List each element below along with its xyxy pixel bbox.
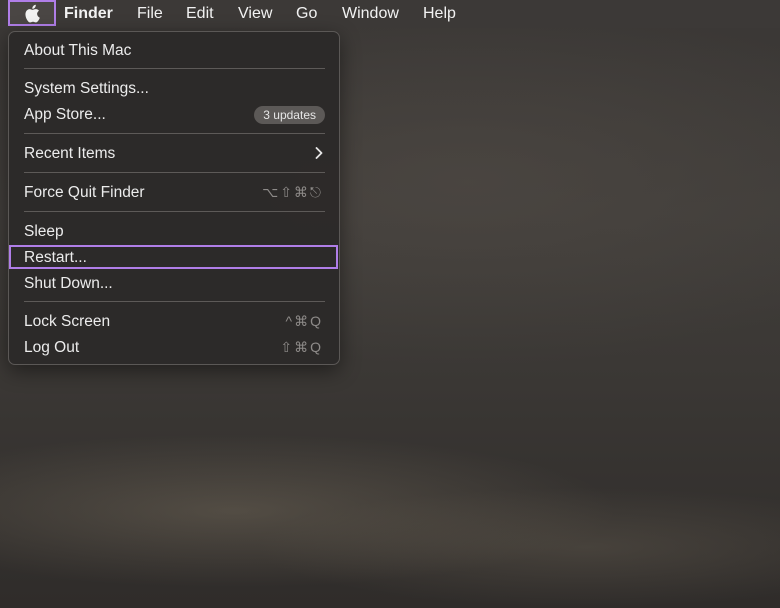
keyboard-shortcut: ⇧⌘Q: [280, 339, 323, 355]
menu-separator: [24, 133, 325, 134]
chevron-right-icon: [315, 147, 323, 159]
menu-item-label: Lock Screen: [24, 313, 111, 330]
menu-item-label: Force Quit Finder: [24, 184, 145, 201]
keyboard-shortcut: ⌥⇧⌘⎋: [262, 184, 323, 200]
menu-item-label: About This Mac: [24, 42, 132, 59]
apple-logo-icon: [25, 4, 40, 22]
menu-item-label: Shut Down...: [24, 275, 113, 292]
keyboard-shortcut: ^⌘Q: [285, 313, 323, 329]
apple-menu-button[interactable]: [8, 0, 56, 26]
menubar-help[interactable]: Help: [423, 5, 456, 23]
updates-badge: 3 updates: [254, 106, 325, 124]
menubar-app-name[interactable]: Finder: [64, 5, 113, 23]
menubar-file[interactable]: File: [137, 5, 163, 23]
menubar-edit[interactable]: Edit: [186, 5, 214, 23]
menu-item-label: System Settings...: [24, 80, 149, 97]
menu-separator: [24, 68, 325, 69]
menubar-view[interactable]: View: [238, 5, 272, 23]
menu-item-label: Sleep: [24, 223, 64, 240]
menu-separator: [24, 172, 325, 173]
menu-item-recent-items[interactable]: Recent Items: [9, 141, 339, 165]
menu-item-label: App Store...: [24, 106, 106, 123]
menu-item-sleep[interactable]: Sleep: [9, 219, 339, 243]
menubar-window[interactable]: Window: [342, 5, 399, 23]
menu-item-log-out[interactable]: Log Out ⇧⌘Q: [9, 335, 339, 359]
menu-item-about-this-mac[interactable]: About This Mac: [9, 38, 339, 62]
menu-item-force-quit[interactable]: Force Quit Finder ⌥⇧⌘⎋: [9, 180, 339, 204]
menu-separator: [24, 211, 325, 212]
menu-bar: Finder File Edit View Go Window Help: [0, 0, 780, 28]
menu-item-shut-down[interactable]: Shut Down...: [9, 271, 339, 295]
menubar-go[interactable]: Go: [296, 5, 317, 23]
menu-item-label: Log Out: [24, 339, 80, 356]
menu-item-label: Recent Items: [24, 145, 116, 162]
apple-menu-dropdown: About This Mac System Settings... App St…: [8, 31, 340, 365]
menu-item-app-store[interactable]: App Store... 3 updates: [9, 102, 339, 126]
restart-highlight-outline: [9, 245, 338, 269]
menu-separator: [24, 301, 325, 302]
menu-item-system-settings[interactable]: System Settings...: [9, 76, 339, 100]
menu-item-lock-screen[interactable]: Lock Screen ^⌘Q: [9, 309, 339, 333]
